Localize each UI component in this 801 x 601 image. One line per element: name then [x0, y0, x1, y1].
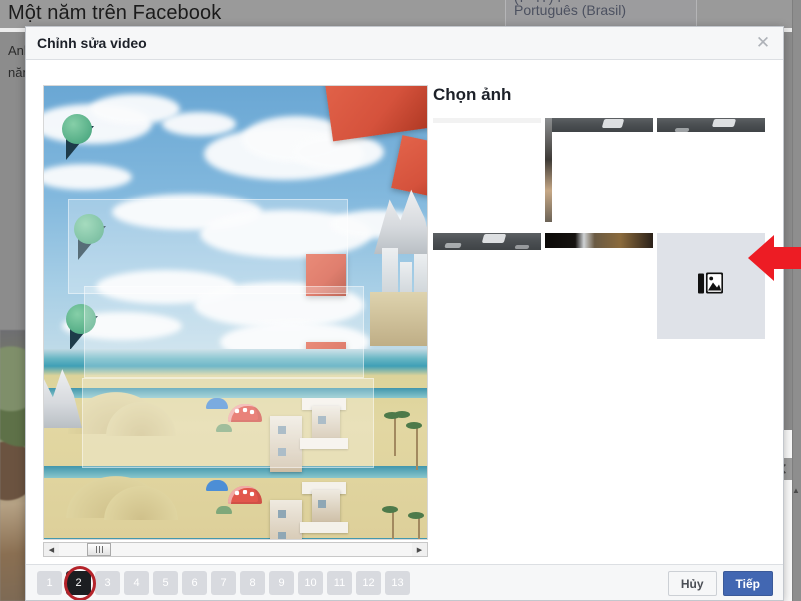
page-button-5[interactable]: 5	[153, 571, 178, 595]
dialog-footer: 1 2 3 4 5 6 7 8 9 10 11 12 13 Hủy Tiếp	[26, 564, 783, 600]
thumbnail-strip	[657, 118, 765, 132]
picker-title: Chọn ảnh	[433, 85, 512, 104]
thumbnail-5[interactable]	[545, 233, 653, 337]
river	[44, 538, 427, 539]
language-option-portugues[interactable]: Português (Brasil)	[514, 2, 626, 18]
green-umbrella	[216, 506, 232, 514]
cancel-button[interactable]: Hủy	[667, 571, 717, 596]
dialog-actions: Hủy Tiếp	[667, 571, 773, 596]
scroll-track[interactable]	[59, 543, 412, 556]
overlay-frame	[68, 199, 348, 294]
overlay-frame	[82, 378, 374, 468]
edit-video-dialog: Chỉnh sửa video ✕ ◀ ▶ Chọn ảnh 1 2 3 4 5…	[25, 26, 784, 601]
thumbnail-spot	[601, 119, 625, 128]
thumbnail-2[interactable]	[545, 118, 653, 222]
red-arrow-tail	[773, 247, 801, 269]
page-button-2[interactable]: 2	[66, 571, 91, 595]
page-button-4[interactable]: 4	[124, 571, 149, 595]
thumbnail-spot	[514, 245, 530, 249]
thumbnail-spot	[444, 243, 462, 248]
image-picker-panel: Chọn ảnh	[433, 85, 769, 557]
page-button-6[interactable]: 6	[182, 571, 207, 595]
thumbnail-strip	[545, 233, 653, 248]
tower-window	[318, 500, 326, 508]
next-button[interactable]: Tiếp	[722, 571, 773, 596]
preview-horizontal-scrollbar[interactable]: ◀ ▶	[43, 542, 428, 557]
palm-leaf	[382, 506, 398, 513]
video-preview-panel: ◀ ▶	[43, 85, 428, 557]
page-button-7[interactable]: 7	[211, 571, 236, 595]
palm-tree	[394, 416, 396, 456]
photo-placeholder-icon	[698, 272, 724, 300]
thumbnail-spot	[711, 119, 737, 127]
scroll-right-icon[interactable]: ▶	[412, 543, 427, 556]
page-button-13[interactable]: 13	[385, 571, 410, 595]
thumbnail-3[interactable]	[657, 118, 765, 222]
thumbnail-spot	[674, 128, 690, 132]
palm-leaf	[406, 422, 422, 429]
tower-window	[278, 510, 286, 518]
scroll-thumb[interactable]	[87, 543, 111, 556]
tower	[312, 490, 340, 524]
palm-leaf	[394, 411, 410, 418]
dialog-close-icon[interactable]: ✕	[753, 33, 773, 53]
overlay-frame	[84, 286, 364, 378]
video-preview-canvas[interactable]	[43, 85, 428, 540]
citadel	[370, 292, 427, 346]
thumbnail-1[interactable]	[433, 118, 541, 222]
thumbnail-4[interactable]	[433, 233, 541, 337]
cloud	[162, 112, 236, 136]
page-selector: 1 2 3 4 5 6 7 8 9 10 11 12 13	[37, 571, 410, 595]
dialog-title: Chỉnh sửa video	[37, 35, 147, 51]
tower-window	[278, 532, 286, 539]
scroll-left-icon[interactable]: ◀	[44, 543, 59, 556]
page-scroll-up-icon[interactable]: ▲	[792, 486, 800, 496]
page-button-3[interactable]: 3	[95, 571, 120, 595]
tower-slab	[300, 522, 348, 533]
palm-tree	[392, 510, 394, 539]
page-root: Một năm trên Facebook Anh năm ا (۲۰۱۴) P…	[0, 0, 801, 601]
palm-tree	[416, 426, 418, 470]
page-button-12[interactable]: 12	[356, 571, 381, 595]
palm-leaf	[408, 512, 424, 519]
tower	[270, 500, 302, 539]
dialog-body: ◀ ▶ Chọn ảnh	[26, 60, 783, 564]
thumbnail-strip	[545, 118, 653, 132]
palm-tree	[418, 516, 420, 539]
language-panel: ا (۲۰۱۴) Português (Brasil)	[505, 0, 697, 29]
thumbnail-grid	[433, 118, 769, 339]
blue-umbrella	[206, 480, 228, 491]
page-title: Một năm trên Facebook	[8, 2, 222, 24]
page-button-9[interactable]: 9	[269, 571, 294, 595]
grip-icon	[95, 546, 103, 553]
dialog-header: Chỉnh sửa video ✕	[26, 27, 783, 60]
page-button-11[interactable]: 11	[327, 571, 352, 595]
thumbnail-sliver	[545, 118, 552, 222]
thumbnail-strip	[433, 118, 541, 123]
page-button-8[interactable]: 8	[240, 571, 265, 595]
dune	[104, 486, 178, 520]
red-arrow-left-icon	[748, 235, 774, 281]
page-button-1[interactable]: 1	[37, 571, 62, 595]
thumbnail-spot	[481, 234, 507, 243]
page-button-10[interactable]: 10	[298, 571, 323, 595]
page-scrollbar[interactable]	[792, 0, 801, 601]
